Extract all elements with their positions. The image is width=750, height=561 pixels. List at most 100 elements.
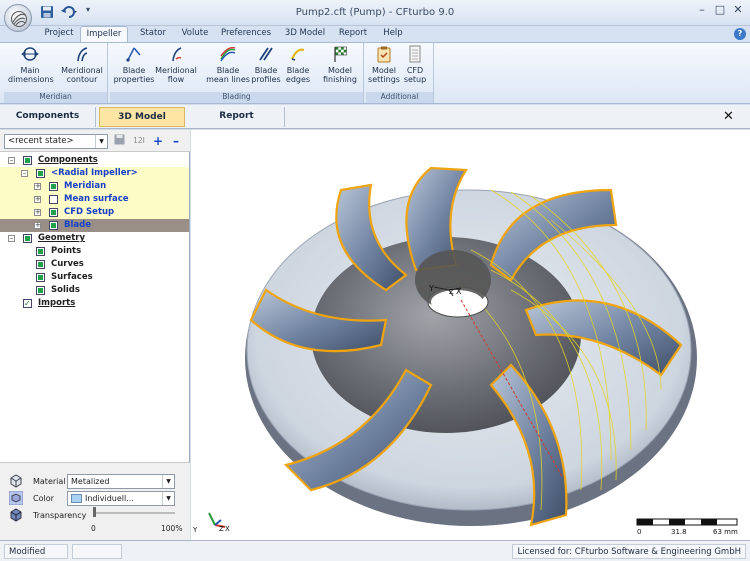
tab-report[interactable]: Report	[334, 26, 372, 42]
blade-edges-icon	[291, 48, 305, 61]
visibility-checkbox[interactable]	[36, 169, 45, 178]
model-finishing-button[interactable]: Model finishing	[318, 45, 362, 84]
panel-tab-components[interactable]: Components	[0, 107, 96, 127]
3d-viewport[interactable]: Y Z X Y Z X 0 31.8 63 mm	[191, 130, 750, 540]
ribbon-tab-bar: Project Impeller Stator Volute Preferenc…	[0, 26, 750, 42]
blade-edges-label: Blade edges	[285, 66, 311, 84]
expand-icon[interactable]: +	[34, 222, 41, 229]
tree-item-meridian[interactable]: + Meridian	[0, 180, 189, 193]
tree-item-label: Geometry	[38, 233, 85, 243]
model-finishing-label: Model finishing	[323, 66, 357, 84]
ribbon-group-label: Meridian	[4, 92, 107, 103]
tree-item-mean-surface[interactable]: + Mean surface	[0, 193, 189, 206]
main-dimensions-button[interactable]: Main dimensions	[8, 45, 54, 84]
main-dimensions-label: Main dimensions	[8, 66, 54, 84]
expand-icon[interactable]: +	[34, 209, 41, 216]
meridional-flow-button[interactable]: Meridional flow	[154, 45, 198, 84]
visibility-checkbox[interactable]	[36, 260, 45, 269]
visibility-checkbox[interactable]	[23, 156, 32, 165]
transparency-min-label: 0	[91, 524, 96, 533]
color-swatch	[71, 494, 82, 503]
visibility-checkbox[interactable]	[49, 195, 58, 204]
center-axis-z: Z	[449, 288, 454, 296]
tree-item-label: Solids	[51, 285, 80, 295]
corner-axis-z: Z	[219, 525, 224, 533]
tab-volute[interactable]: Volute	[176, 26, 214, 42]
rename-state-icon[interactable]: 12I	[130, 134, 148, 149]
tree-item-label: Components	[38, 155, 98, 165]
tree-item-solids[interactable]: Solids	[0, 284, 189, 297]
collapse-icon[interactable]: –	[21, 170, 28, 177]
tree-item-surfaces[interactable]: Surfaces	[0, 271, 189, 284]
tab-stator[interactable]: Stator	[134, 26, 172, 42]
save-state-icon[interactable]	[112, 134, 126, 149]
recent-state-select[interactable]: <recent state> ▼	[4, 134, 108, 149]
tree-item-radial-impeller[interactable]: – <Radial Impeller>	[0, 167, 189, 180]
visibility-checkbox[interactable]	[49, 221, 58, 230]
visibility-checkbox[interactable]	[36, 286, 45, 295]
visibility-checkbox[interactable]	[36, 247, 45, 256]
meridional-flow-icon	[172, 47, 182, 62]
meridional-contour-button[interactable]: Meridional contour	[60, 45, 104, 84]
blade-properties-button[interactable]: Blade properties	[112, 45, 156, 84]
material-label: Material	[33, 477, 66, 486]
material-icon	[9, 474, 23, 488]
tab-preferences[interactable]: Preferences	[218, 26, 274, 42]
expand-icon[interactable]: +	[34, 196, 41, 203]
tree-item-geometry[interactable]: – Geometry	[0, 232, 189, 245]
tree-item-components[interactable]: – Components	[0, 154, 189, 167]
tree-item-curves[interactable]: Curves	[0, 258, 189, 271]
tree-item-cfd-setup[interactable]: + CFD Setup	[0, 206, 189, 219]
add-state-button[interactable]: +	[152, 134, 164, 149]
remove-state-button[interactable]: –	[170, 134, 182, 149]
appearance-panel: Material Metalized ▼ Color Individuell..…	[0, 462, 190, 540]
material-select[interactable]: Metalized ▼	[67, 474, 175, 489]
tree-item-blade[interactable]: + Blade	[0, 219, 189, 232]
collapse-icon[interactable]: –	[8, 235, 15, 242]
transparency-max-label: 100%	[161, 524, 183, 533]
status-license: Licensed for: CFturbo Software & Enginee…	[512, 544, 746, 559]
meridional-contour-icon	[77, 47, 88, 62]
close-panel-button[interactable]: ✕	[723, 110, 734, 123]
expand-icon[interactable]: +	[34, 183, 41, 190]
visibility-checkbox[interactable]	[49, 208, 58, 217]
tree-item-label: Surfaces	[51, 272, 93, 282]
tree-item-imports[interactable]: Imports	[0, 297, 189, 310]
minimize-button[interactable]: –	[694, 4, 710, 18]
tab-3d-model[interactable]: 3D Model	[280, 26, 330, 42]
checkered-flag-icon	[334, 46, 347, 62]
cfd-setup-button[interactable]: CFD setup	[393, 45, 437, 84]
scale-tick-0: 0	[637, 528, 641, 536]
scale-tick-mid: 31.8	[671, 528, 687, 536]
cfd-setup-label: CFD setup	[403, 66, 427, 84]
visibility-checkbox[interactable]	[23, 234, 32, 243]
tree-item-points[interactable]: Points	[0, 245, 189, 258]
chevron-down-icon: ▼	[162, 492, 174, 505]
app-menu-button[interactable]	[4, 4, 32, 32]
help-icon[interactable]: ?	[734, 28, 746, 40]
transparency-label: Transparency	[33, 511, 87, 520]
close-window-button[interactable]: ✕	[730, 4, 746, 18]
main-dimensions-icon	[21, 47, 39, 61]
color-value: Individuell...	[85, 494, 134, 503]
ribbon-group-additional: Model settings CFD setup Additional	[366, 43, 434, 103]
transparency-slider-track[interactable]	[93, 512, 175, 514]
color-select[interactable]: Individuell... ▼	[67, 491, 175, 506]
blade-edges-button[interactable]: Blade edges	[276, 45, 320, 84]
maximize-button[interactable]: □	[712, 4, 728, 18]
tab-project[interactable]: Project	[40, 26, 78, 42]
visibility-checkbox[interactable]	[23, 297, 32, 310]
visibility-checkbox[interactable]	[36, 273, 45, 282]
state-toolbar: <recent state> ▼ 12I + –	[0, 130, 190, 152]
transparency-slider-thumb[interactable]	[93, 507, 96, 517]
visibility-checkbox[interactable]	[49, 182, 58, 191]
panel-tab-bar: Components 3D Model Report	[0, 105, 750, 129]
ribbon-group-blading: Blade properties Meridional flow Blade m…	[110, 43, 364, 103]
panel-tab-report[interactable]: Report	[189, 107, 285, 127]
blade-mean-lines-icon	[220, 46, 236, 62]
tab-impeller[interactable]: Impeller	[80, 26, 128, 42]
tab-help[interactable]: Help	[376, 26, 410, 42]
corner-axis-x: X	[225, 525, 230, 533]
panel-tab-3d-model[interactable]: 3D Model	[99, 107, 185, 127]
collapse-icon[interactable]: –	[8, 157, 15, 164]
